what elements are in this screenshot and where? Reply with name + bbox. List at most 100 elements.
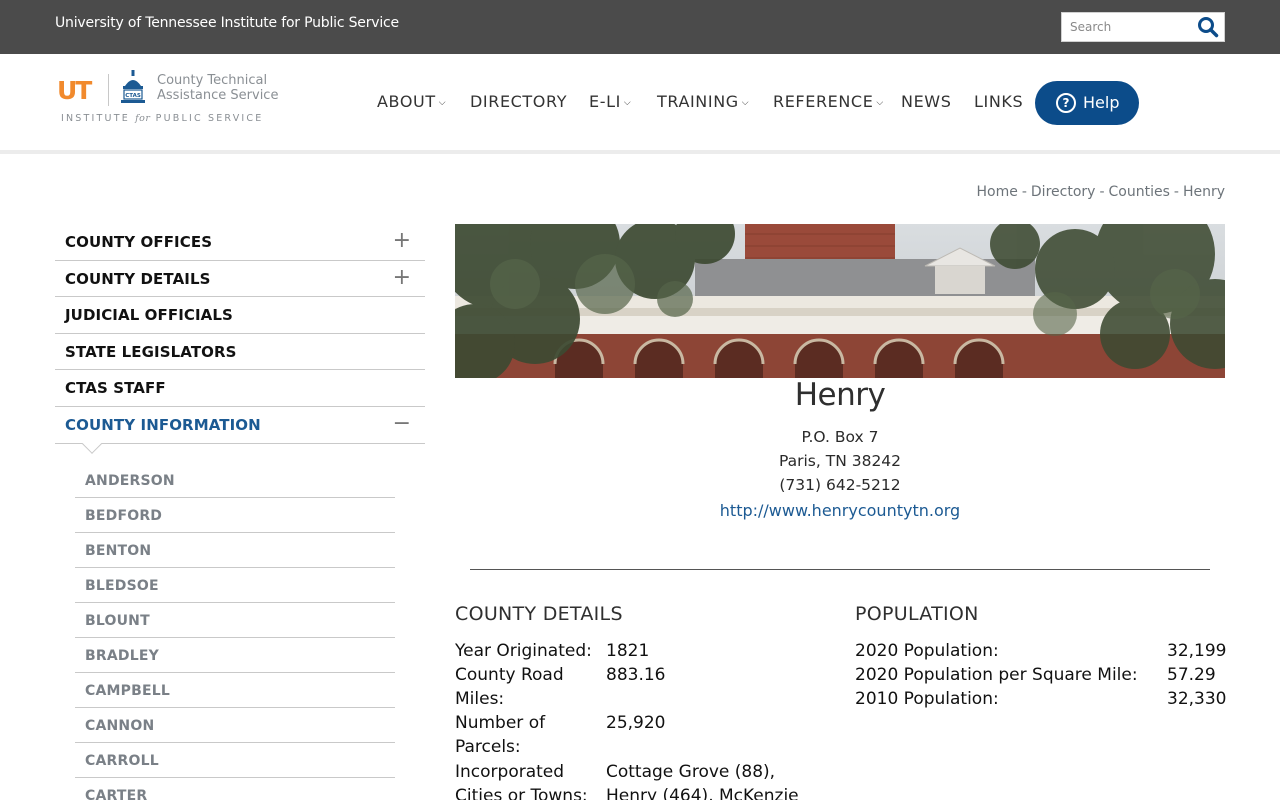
population-label-density: 2020 Population per Square Mile: — [855, 665, 1138, 685]
nav-directory[interactable]: DIRECTORY — [470, 92, 567, 111]
county-link-label: BLOUNT — [85, 613, 150, 629]
breadcrumb-separator: - — [1173, 184, 1179, 200]
help-label: Help — [1083, 93, 1120, 112]
detail-label-parcels: Number of — [455, 713, 546, 733]
county-link-label: BLEDSOE — [85, 578, 159, 594]
active-indicator — [82, 433, 102, 454]
county-link-label: BENTON — [85, 543, 152, 559]
ctas-logo[interactable]: UT CTAS County Technical Assistance Serv… — [55, 68, 285, 130]
search-input[interactable] — [1062, 13, 1192, 41]
detail-value-year-originated: 1821 — [606, 641, 650, 661]
county-list: ANDERSON BEDFORD BENTON BLEDSOE BLOUNT B… — [75, 463, 395, 800]
county-link-label: CANNON — [85, 718, 155, 734]
population-label-2020: 2020 Population: — [855, 641, 999, 661]
county-address-line-1: P.O. Box 7 — [801, 428, 879, 446]
nav-training[interactable]: TRAINING ⌵ — [657, 92, 749, 111]
county-name-heading: Henry — [794, 377, 886, 413]
population-value-density: 57.29 — [1167, 665, 1216, 685]
chevron-down-icon: ⌵ — [438, 98, 447, 108]
county-link-blount[interactable]: BLOUNT — [75, 603, 395, 638]
county-website-link[interactable]: http://www.henrycountytn.org — [720, 501, 960, 520]
ctas-line-1: County Technical — [157, 73, 268, 88]
county-link-label: ANDERSON — [85, 473, 175, 489]
ctas-line-2: Assistance Service — [157, 88, 279, 103]
county-link-carter[interactable]: CARTER — [75, 778, 395, 800]
county-link-carroll[interactable]: CARROLL — [75, 743, 395, 778]
detail-label-incorporated-2: Cities or Towns: — [455, 786, 588, 800]
detail-label-year-originated: Year Originated: — [455, 641, 592, 661]
county-link-bledsoe[interactable]: BLEDSOE — [75, 568, 395, 603]
chevron-down-icon: ⌵ — [623, 98, 632, 108]
plus-icon[interactable]: + — [393, 266, 411, 289]
logo-divider — [108, 74, 109, 106]
sidebar-item-label: CTAS STAFF — [65, 379, 166, 398]
county-link-label: BEDFORD — [85, 508, 163, 524]
county-details-heading: COUNTY DETAILS — [455, 603, 623, 625]
county-link-label: BRADLEY — [85, 648, 159, 664]
detail-label-incorporated: Incorporated — [455, 762, 565, 782]
county-link-cannon[interactable]: CANNON — [75, 708, 395, 743]
question-circle-icon: ? — [1056, 93, 1076, 113]
sidebar-item-label: JUDICIAL OFFICIALS — [65, 306, 233, 325]
section-divider — [470, 569, 1210, 570]
courthouse-banner-image — [455, 224, 1225, 378]
search-box — [1061, 12, 1225, 42]
population-value-2010: 32,330 — [1167, 689, 1227, 709]
search-icon[interactable] — [1196, 16, 1220, 38]
sidebar-nav: COUNTY OFFICES + COUNTY DETAILS + JUDICI… — [55, 224, 425, 454]
breadcrumb-current[interactable]: Henry — [1183, 184, 1225, 200]
institute-title[interactable]: University of Tennessee Institute for Pu… — [55, 15, 399, 31]
sidebar-item-ctas-staff[interactable]: CTAS STAFF — [55, 370, 425, 407]
county-website: http://www.henrycountytn.org — [455, 501, 1225, 520]
nav-news[interactable]: NEWS — [901, 92, 951, 111]
county-link-bradley[interactable]: BRADLEY — [75, 638, 395, 673]
sidebar-item-county-details[interactable]: COUNTY DETAILS + — [55, 261, 425, 298]
ips-suffix: PUBLIC SERVICE — [155, 113, 264, 124]
nav-training-label: TRAINING — [657, 92, 739, 111]
sidebar-item-label: COUNTY OFFICES — [65, 233, 213, 251]
population-label-2010: 2010 Population: — [855, 689, 999, 709]
nav-reference[interactable]: REFERENCE ⌵ — [773, 92, 884, 111]
nav-links[interactable]: LINKS — [974, 92, 1023, 111]
site-header: UT CTAS County Technical Assistance Serv… — [0, 54, 1280, 154]
breadcrumb-directory[interactable]: Directory — [1031, 184, 1096, 200]
county-link-label: CARTER — [85, 788, 148, 800]
ctas-wordmark: County Technical Assistance Service — [157, 73, 278, 103]
population-heading: POPULATION — [855, 603, 979, 625]
plus-icon[interactable]: + — [393, 230, 411, 252]
county-link-bedford[interactable]: BEDFORD — [75, 498, 395, 533]
top-utility-bar: University of Tennessee Institute for Pu… — [0, 0, 1280, 54]
ips-tagline: INSTITUTE for PUBLIC SERVICE — [61, 113, 263, 124]
nav-e-li-label: E-LI — [589, 92, 621, 111]
county-link-anderson[interactable]: ANDERSON — [75, 463, 395, 498]
minus-icon[interactable]: − — [393, 412, 411, 435]
detail-value-parcels: 25,920 — [606, 713, 666, 733]
county-link-benton[interactable]: BENTON — [75, 533, 395, 568]
county-link-campbell[interactable]: CAMPBELL — [75, 673, 395, 708]
county-address-line-2: Paris, TN 38242 — [778, 452, 902, 470]
chevron-down-icon: ⌵ — [876, 98, 884, 108]
breadcrumb: Home - Directory - Counties - Henry — [977, 184, 1226, 200]
capitol-dome-icon: CTAS — [119, 70, 147, 104]
nav-news-label: NEWS — [901, 92, 952, 111]
detail-label-road-miles: County Road — [455, 665, 564, 685]
sidebar-item-judicial-officials[interactable]: JUDICIAL OFFICIALS — [55, 297, 425, 334]
sidebar-item-label: COUNTY DETAILS — [65, 269, 211, 288]
help-button[interactable]: ? Help — [1035, 81, 1139, 125]
detail-label-road-miles-2: Miles: — [455, 689, 505, 709]
sidebar-item-label: STATE LEGISLATORS — [65, 342, 237, 361]
breadcrumb-counties[interactable]: Counties — [1109, 184, 1170, 200]
detail-label-parcels-2: Parcels: — [455, 737, 521, 757]
sidebar-item-county-information[interactable]: COUNTY INFORMATION − — [55, 407, 425, 454]
breadcrumb-home[interactable]: Home — [977, 184, 1018, 200]
sidebar-item-county-offices[interactable]: COUNTY OFFICES + — [55, 224, 425, 261]
detail-value-road-miles: 883.16 — [606, 665, 666, 685]
breadcrumb-separator: - — [1099, 184, 1105, 200]
ips-for: for — [135, 113, 151, 124]
nav-links-label: LINKS — [974, 92, 1024, 111]
nav-directory-label: DIRECTORY — [470, 92, 568, 111]
detail-value-incorporated-2: Henry (464), McKenzie — [606, 786, 799, 800]
nav-e-li[interactable]: E-LI ⌵ — [589, 92, 631, 111]
sidebar-item-state-legislators[interactable]: STATE LEGISLATORS — [55, 334, 425, 371]
nav-about[interactable]: ABOUT ⌵ — [377, 92, 446, 111]
